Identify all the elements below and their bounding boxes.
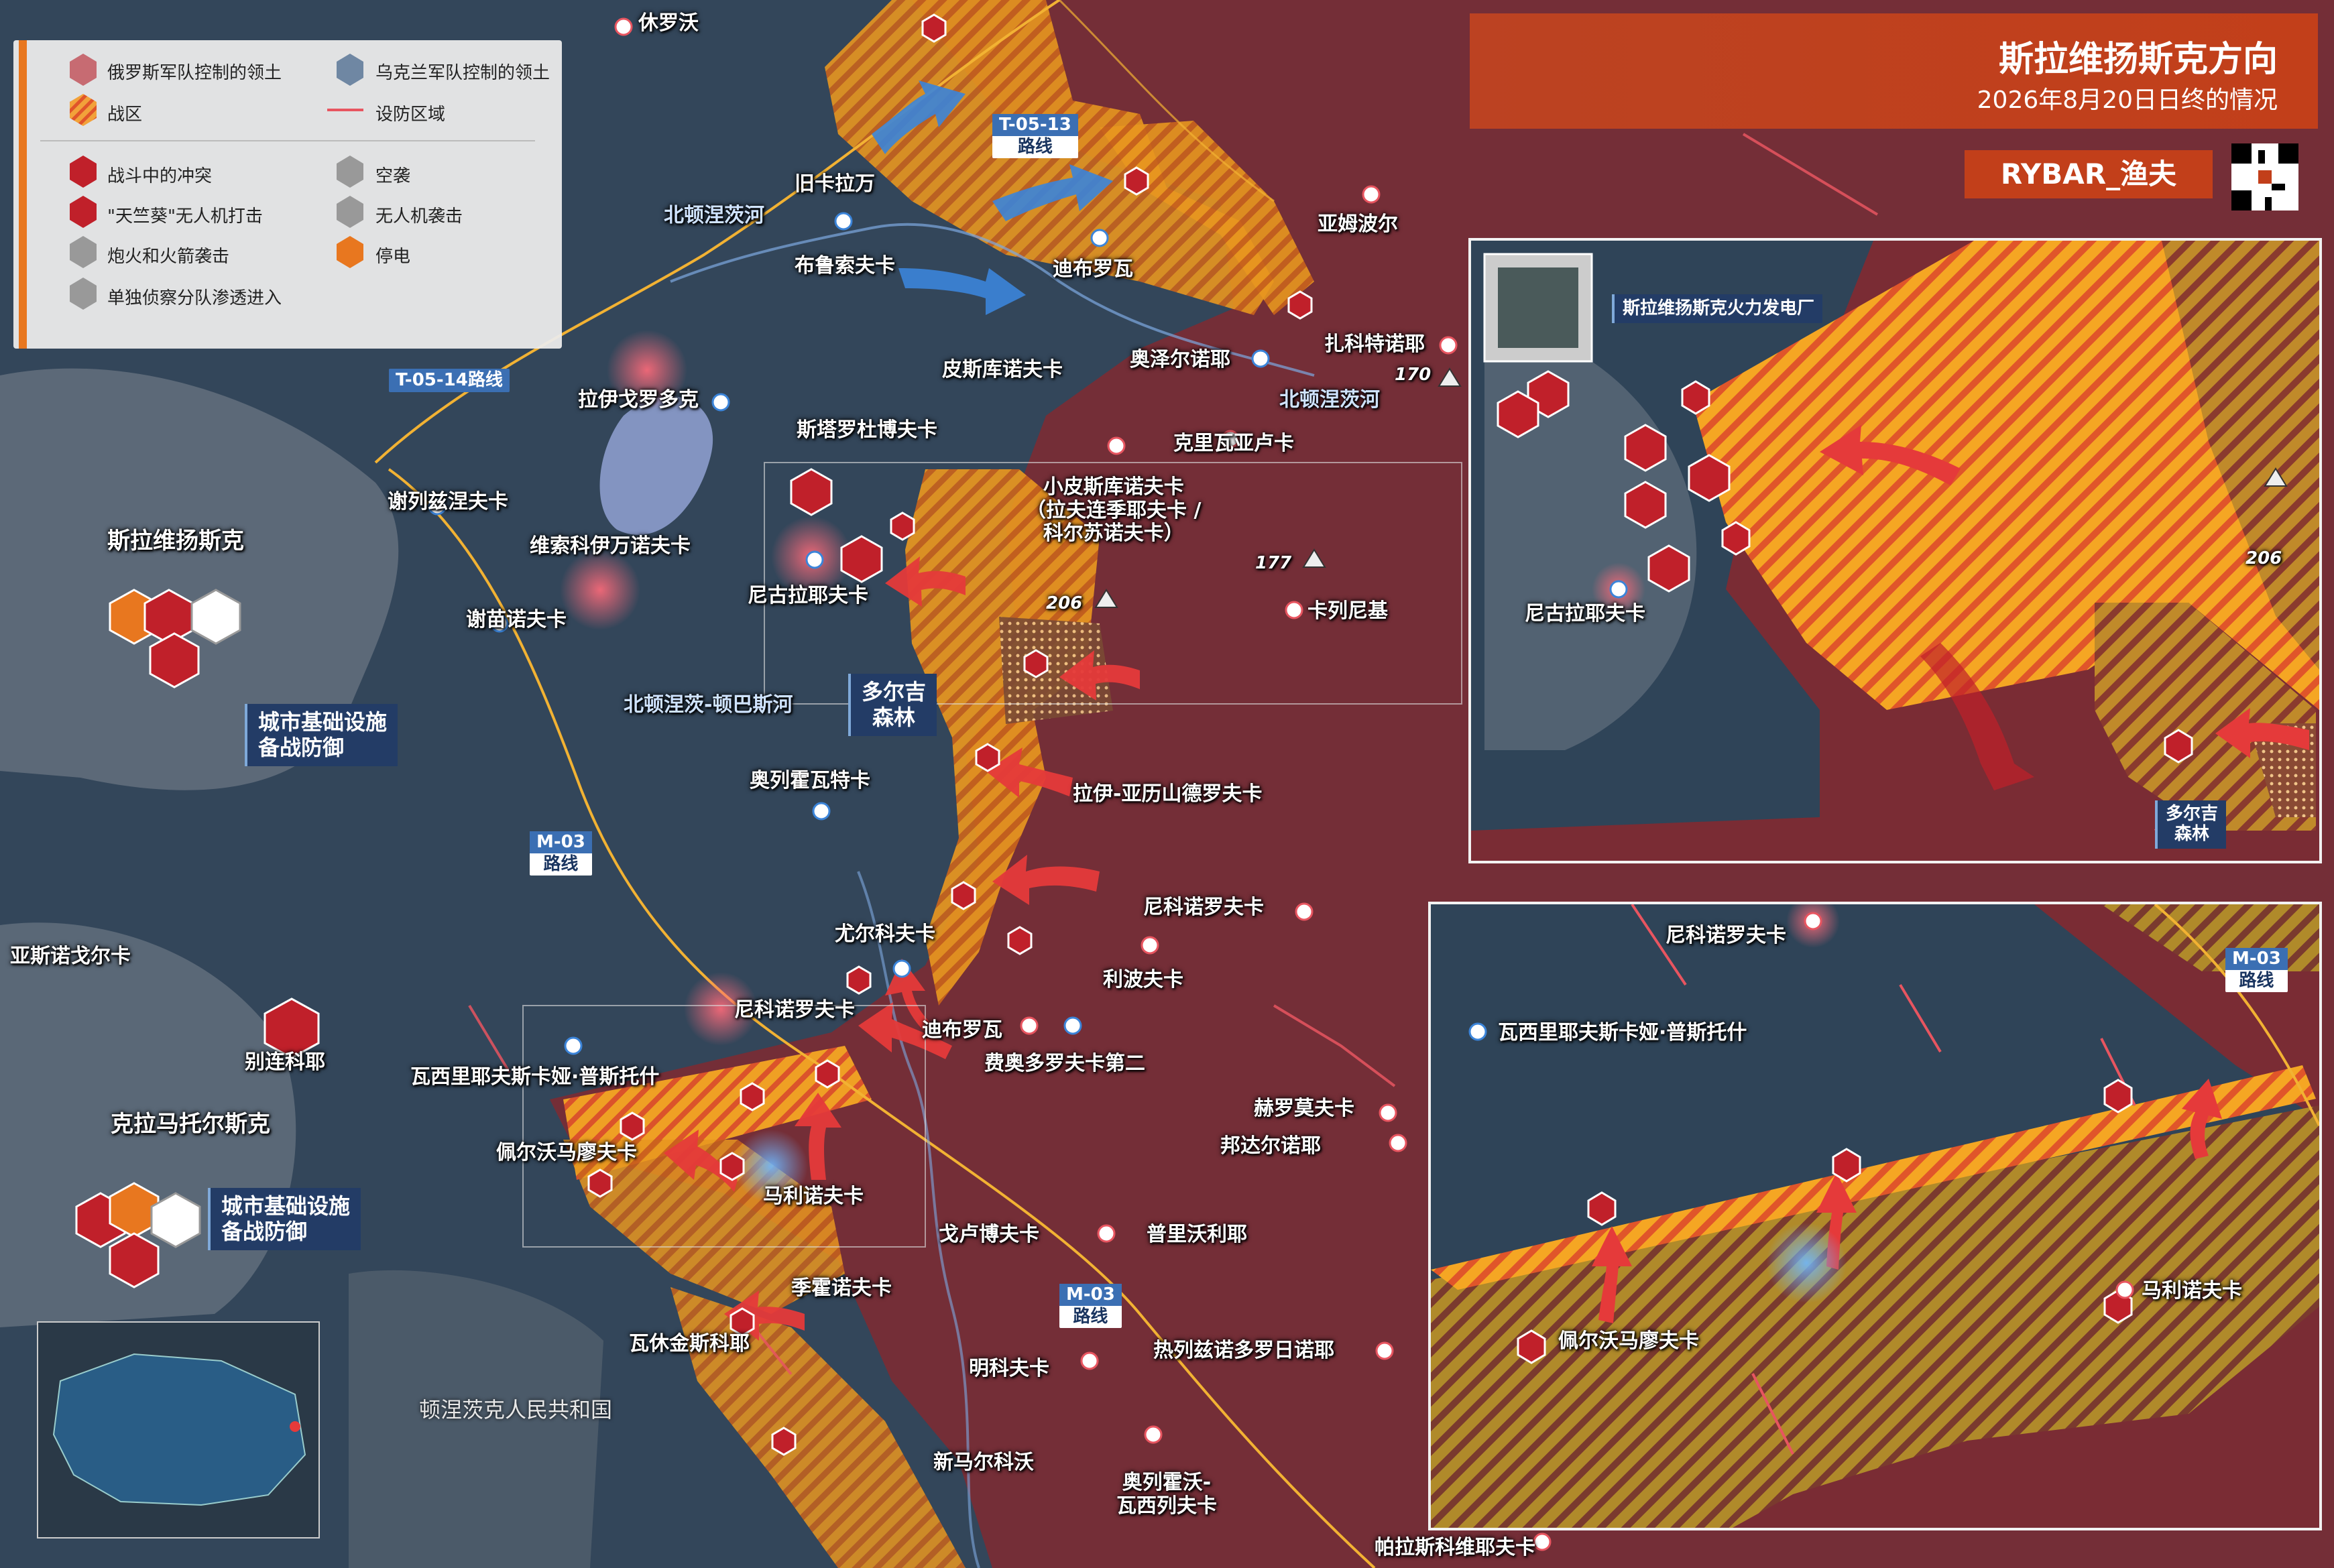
inset2-pervomaiskoe: 佩尔沃马廖夫卡 xyxy=(1558,1329,1699,1353)
place-nikonorovka-ne: 尼科诺罗夫卡 xyxy=(1143,896,1264,919)
legend-panel: 俄罗斯军队控制的领土 乌克兰军队控制的领土 战区 设防区域 战斗中的冲突 空袭 … xyxy=(13,40,562,349)
inset-pervomaiskoe[interactable]: 尼科诺罗夫卡 瓦西里耶夫斯卡娅·普斯托什 佩尔沃马廖夫卡 马利诺夫卡 M-03 路… xyxy=(1428,902,2322,1530)
place-bilenkoe: 别连科耶 xyxy=(245,1050,325,1074)
place-vysokoivanovka: 维索科伊万诺夫卡 xyxy=(530,534,691,558)
legend-drone-attack: 无人机袭击 xyxy=(375,206,463,227)
place-slavyansk: 斯拉维扬斯克 xyxy=(107,528,244,554)
place-orlovka: 奥列霍瓦特卡 xyxy=(750,769,870,792)
legend-blackout: 停电 xyxy=(375,247,411,267)
inset1-power-plant: 斯拉维扬斯克火力发电厂 xyxy=(1612,294,1823,324)
overview-minimap xyxy=(37,1321,320,1539)
height-177: 177 xyxy=(1255,553,1292,573)
place-serebryanka: 谢列兹涅夫卡 xyxy=(388,490,508,514)
inset-pervomaiskoe-map xyxy=(1431,904,2319,1528)
inset-nikolaevka[interactable]: 斯拉维扬斯克火力发电厂 尼古拉耶夫卡 206 多尔吉 森林 xyxy=(1468,238,2322,863)
legend-geran-strike: "天竺葵"无人机打击 xyxy=(107,206,263,227)
place-brusovka: 布鲁索夫卡 xyxy=(795,254,895,278)
place-starobogorodka: 斯塔罗杜博夫卡 xyxy=(797,418,937,442)
place-paraskoviivka: 帕拉斯科维耶夫卡 xyxy=(1375,1536,1535,1559)
place-libovka: 利波夫卡 xyxy=(1103,968,1183,991)
place-vasyukovka: 瓦休金斯科耶 xyxy=(629,1332,750,1355)
place-kramatorsk: 克拉马托尔斯克 xyxy=(111,1111,270,1138)
place-stary-karavan: 旧卡拉万 xyxy=(795,172,875,196)
place-pyskunovka: 皮斯库诺夫卡 xyxy=(942,358,1063,381)
legend-artillery: 炮火和火箭袭击 xyxy=(107,247,230,267)
place-ray-aleksandrovka: 拉伊-亚历山德罗夫卡 xyxy=(1073,782,1263,806)
place-pervomaiskoe: 佩尔沃马廖夫卡 xyxy=(496,1141,637,1164)
place-dibrova-north: 迪布罗瓦 xyxy=(1053,257,1133,281)
inset2-road-m03: M-03 路线 xyxy=(2225,948,2288,993)
inset1-height-206: 206 xyxy=(2245,548,2282,568)
legend-fortified-area: 设防区域 xyxy=(375,105,446,125)
place-yurkovka: 尤尔科夫卡 xyxy=(835,922,935,946)
qr-code-icon xyxy=(2231,143,2298,210)
inset2-malinovka: 马利诺夫卡 xyxy=(2142,1279,2242,1303)
road-badge-t0514: T-05-14路线 xyxy=(389,369,510,392)
place-khromovka: 赫罗莫夫卡 xyxy=(1254,1097,1354,1120)
place-karlovka: 卡列尼基 xyxy=(1307,599,1388,623)
place-bondarnoe: 邦达尔诺耶 xyxy=(1220,1134,1321,1158)
legend-combat-zone: 战区 xyxy=(107,105,143,125)
title-box: 斯拉维扬斯克方向 2026年8月20日日终的情况 xyxy=(1470,13,2318,129)
place-dibrova-south: 迪布罗瓦 xyxy=(922,1018,1002,1042)
place-malinovka: 马利诺夫卡 xyxy=(763,1185,864,1208)
place-khirovo: 休罗沃 xyxy=(638,11,699,35)
legend-ukrainian-territory: 乌克兰军队控制的领土 xyxy=(375,63,550,83)
inset1-nikolaevka: 尼古拉耶夫卡 xyxy=(1525,602,1645,625)
place-zheleznodorozhnoe: 热列兹诺多罗日诺耶 xyxy=(1153,1339,1334,1362)
inset-nikolaevka-map xyxy=(1471,241,2319,861)
inset2-vasilyevka: 瓦西里耶夫斯卡娅·普斯托什 xyxy=(1498,1021,1747,1044)
place-nikolaevka: 尼古拉耶夫卡 xyxy=(748,584,868,607)
height-206: 206 xyxy=(1046,593,1083,613)
river-seversky-donets-east: 北顿涅茨河 xyxy=(1279,388,1380,412)
place-raygorodok: 拉伊戈罗多克 xyxy=(578,388,699,412)
road-badge-m03-south: M-03 路线 xyxy=(1059,1284,1122,1329)
inset2-nikonorovka: 尼科诺罗夫卡 xyxy=(1666,924,1786,947)
road-badge-t0513: T-05-13 路线 xyxy=(992,114,1078,159)
river-sd-donbass-canal: 北顿涅茨-顿巴斯河 xyxy=(624,693,793,717)
place-fedorovka2: 费奥多罗夫卡第二 xyxy=(984,1052,1145,1075)
place-zakotnoe: 扎科特诺耶 xyxy=(1324,333,1425,356)
legend-russian-territory: 俄罗斯军队控制的领土 xyxy=(107,63,282,83)
place-ozerne: 奥泽尔诺耶 xyxy=(1130,348,1230,371)
river-seversky-donets-west: 北顿涅茨河 xyxy=(664,204,764,227)
place-novomarkovo: 新马尔科沃 xyxy=(933,1451,1034,1474)
inset1-dolgiy-forest: 多尔吉 森林 xyxy=(2155,800,2227,849)
place-semenovka: 谢苗诺夫卡 xyxy=(466,608,567,631)
legend-combat-clash: 战斗中的冲突 xyxy=(107,166,213,186)
place-nikonorovka: 尼科诺罗夫卡 xyxy=(734,998,855,1022)
place-privolye: 普里沃利耶 xyxy=(1147,1223,1247,1246)
road-badge-m03-north: M-03 路线 xyxy=(530,831,592,876)
legend-air-strike: 空袭 xyxy=(375,166,411,186)
region-dpr: 顿涅茨克人民共和国 xyxy=(419,1397,613,1423)
place-yasnogorka: 亚斯诺戈尔卡 xyxy=(10,945,131,968)
map-date: 2026年8月20日日终的情况 xyxy=(1977,86,2278,114)
legend-swatches xyxy=(40,54,535,310)
place-malye-pyskunovka: 小皮斯库诺夫卡 （拉夫连季耶夫卡 / 科尔苏诺夫卡） xyxy=(1026,475,1202,545)
place-vasilyevka: 瓦西里耶夫斯卡娅·普斯托什 xyxy=(410,1065,660,1089)
place-minkovka: 明科夫卡 xyxy=(969,1357,1049,1380)
map-title: 斯拉维扬斯克方向 xyxy=(1998,40,2278,80)
place-ampolye: 亚姆波尔 xyxy=(1318,213,1398,236)
legend-recon-infiltration: 单独侦察分队渗透进入 xyxy=(107,288,282,308)
place-sofievka: 季霍诺夫卡 xyxy=(791,1276,892,1300)
callout-dolgiy-forest: 多尔吉 森林 xyxy=(848,674,937,736)
callout-kramatorsk-defense: 城市基础设施 备战防御 xyxy=(208,1188,361,1250)
place-krivaya-luka: 克里瓦亚卢卡 xyxy=(1173,432,1294,455)
callout-slavyansk-defense: 城市基础设施 备战防御 xyxy=(245,704,398,766)
brand-logo: RYBAR_渔夫 xyxy=(1965,150,2213,198)
place-orekhovo-vasilyevka: 奥列霍沃- 瓦西列夫卡 xyxy=(1116,1471,1217,1518)
height-170: 170 xyxy=(1395,365,1432,385)
place-golubovka: 戈卢博夫卡 xyxy=(939,1223,1039,1246)
accent-bar xyxy=(19,40,27,349)
